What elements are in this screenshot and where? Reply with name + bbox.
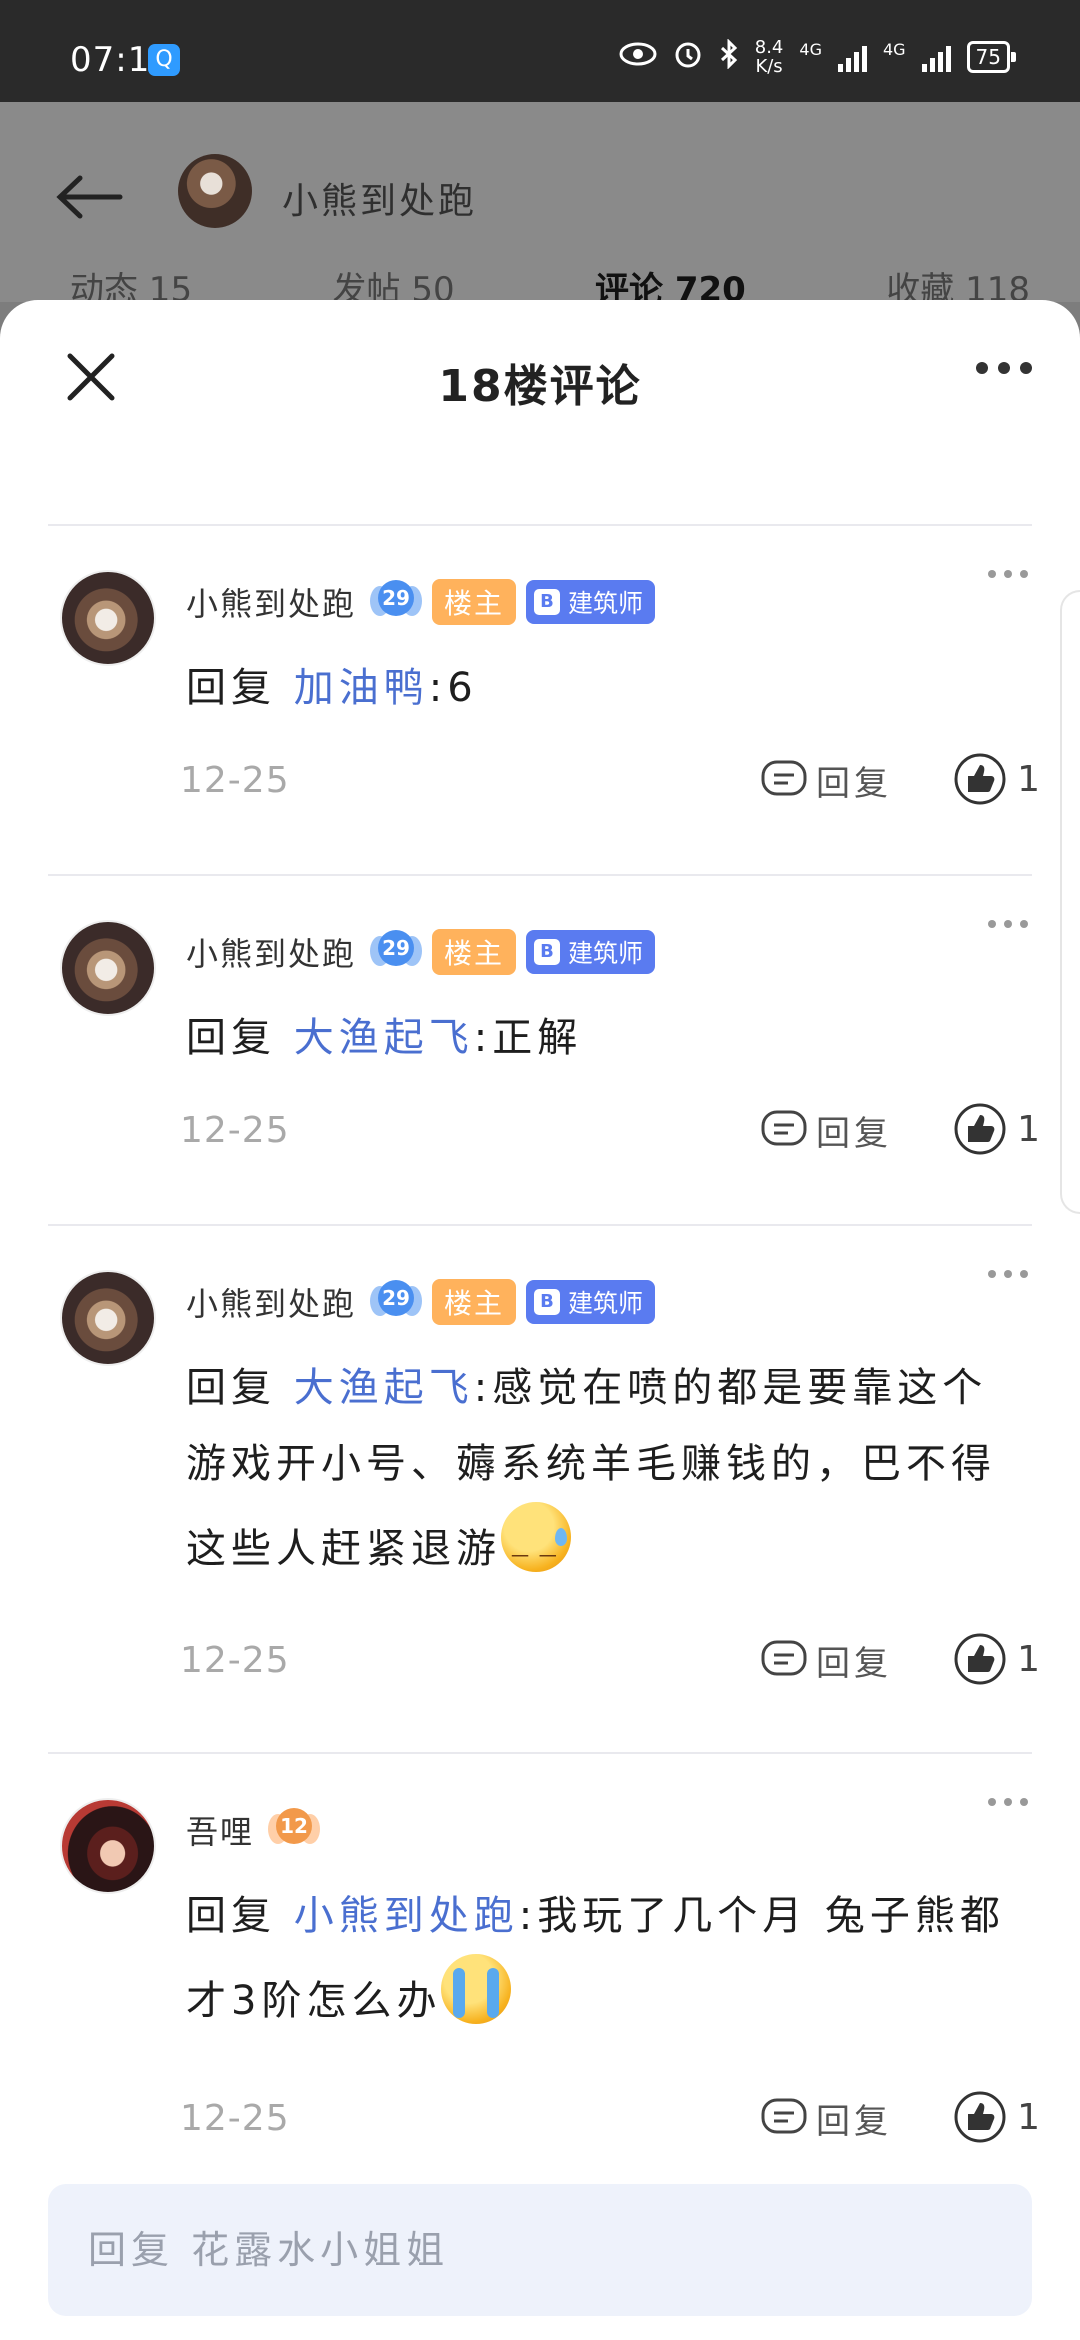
- like-button[interactable]: 1: [953, 1102, 1040, 1156]
- comment-text: 回复 加油鸭:6: [186, 665, 478, 711]
- thumbs-up-icon: [954, 2091, 1006, 2143]
- comment-text: 回复 大渔起飞:正解: [186, 1015, 583, 1061]
- op-tag: 楼主: [432, 1279, 517, 1325]
- divider: [48, 1752, 1032, 1754]
- op-tag: 楼主: [432, 579, 517, 625]
- architect-tag: B 建筑师: [526, 930, 656, 974]
- sheet-header: 18楼评论: [0, 300, 1080, 440]
- network-type-1: 4G: [799, 39, 822, 59]
- thumbs-up-icon: [954, 1103, 1006, 1155]
- building-icon: B: [534, 1289, 561, 1315]
- eye-icon: [619, 41, 657, 74]
- comment-date: 12-25: [180, 760, 290, 801]
- bluetooth-icon: [719, 37, 739, 76]
- like-button[interactable]: 1: [953, 1632, 1040, 1686]
- comment-date: 12-25: [180, 1110, 290, 1151]
- comment-more-icon[interactable]: [988, 1798, 1028, 1806]
- status-bar: 07:14 Q 8.4 K/s 4G 4G 75: [0, 0, 1080, 102]
- reply-button[interactable]: 回复: [760, 1106, 892, 1155]
- author-name[interactable]: 吾哩: [186, 1807, 254, 1853]
- comment-bubble-icon: [761, 1640, 807, 1675]
- comment-bubble-icon: [761, 1110, 807, 1145]
- comment-more-icon[interactable]: [988, 920, 1028, 928]
- level-badge: 29: [370, 1276, 423, 1328]
- avatar[interactable]: [60, 570, 156, 666]
- author-name[interactable]: 小熊到处跑: [186, 929, 356, 975]
- comment-footer: 12-25 回复 1: [180, 1100, 1040, 1160]
- reply-button[interactable]: 回复: [760, 1636, 892, 1685]
- architect-tag: B 建筑师: [526, 1280, 656, 1324]
- reply-button[interactable]: 回复: [760, 2094, 892, 2143]
- comment-date: 12-25: [180, 2098, 290, 2139]
- avatar[interactable]: [60, 1798, 156, 1894]
- network-speed: 8.4 K/s: [754, 37, 784, 77]
- divider: [48, 524, 1032, 526]
- more-options-icon[interactable]: [976, 362, 1032, 374]
- avatar: [178, 154, 252, 228]
- crying-emoji-icon: [441, 1954, 512, 2024]
- back-arrow-icon: [56, 175, 123, 219]
- comment-item: 小熊到处跑 29 楼主 B 建筑师 回复 大渔起飞:正解 12-25 回复 1: [0, 920, 1080, 1200]
- author-name[interactable]: 小熊到处跑: [186, 579, 356, 625]
- comment-header: 小熊到处跑 29 楼主 B 建筑师: [186, 926, 656, 978]
- reply-input-bar: [48, 2184, 1032, 2316]
- building-icon: B: [534, 589, 561, 615]
- sweat-emoji-icon: [501, 1502, 571, 1596]
- reply-to-user[interactable]: 大渔起飞: [294, 1015, 474, 1061]
- comment-bubble-icon: [761, 2098, 807, 2133]
- comment-text: 回复 小熊到处跑:我玩了几个月 兔子熊都才3阶怎么办: [186, 1893, 1005, 2024]
- reply-to-user[interactable]: 加油鸭: [294, 665, 429, 711]
- signal-icon-2: [921, 42, 951, 72]
- avatar[interactable]: [60, 920, 156, 1016]
- comment-bubble-icon: [761, 760, 807, 795]
- architect-tag: B 建筑师: [526, 580, 656, 624]
- author-name[interactable]: 小熊到处跑: [186, 1279, 356, 1325]
- comment-item: 小熊到处跑 29 楼主 B 建筑师 回复 大渔起飞:感觉在喷的都是要靠这个游戏开小…: [0, 1270, 1080, 1730]
- divider: [48, 874, 1032, 876]
- comment-footer: 12-25 回复 1: [180, 750, 1040, 810]
- comment-header: 小熊到处跑 29 楼主 B 建筑师: [186, 576, 656, 628]
- signal-icon: [837, 42, 867, 72]
- comment-sheet: 18楼评论 小熊到处跑 29 楼主 B 建筑师 回复 加油鸭:6 12-25 回复…: [0, 300, 1080, 2340]
- background-profile-page: 小熊到处跑 动态 15 发帖 50 评论 720 收藏 118: [0, 102, 1080, 310]
- comment-header: 吾哩 12: [186, 1804, 321, 1856]
- comment-item: 吾哩 12 回复 小熊到处跑:我玩了几个月 兔子熊都才3阶怎么办 12-25 回…: [0, 1798, 1080, 2198]
- comment-footer: 12-25 回复 1: [180, 1630, 1040, 1690]
- network-type-2: 4G: [882, 39, 906, 59]
- reply-to-user[interactable]: 大渔起飞: [294, 1365, 474, 1411]
- comment-footer: 12-25 回复 1: [180, 2088, 1040, 2148]
- comment-more-icon[interactable]: [988, 570, 1028, 578]
- alarm-icon: [673, 39, 703, 76]
- level-badge: 29: [370, 926, 423, 978]
- divider: [48, 1224, 1032, 1226]
- profile-name: 小熊到处跑: [282, 181, 478, 222]
- building-icon: B: [534, 939, 561, 965]
- reply-input[interactable]: [48, 2184, 1032, 2316]
- comment-more-icon[interactable]: [988, 1270, 1028, 1278]
- avatar[interactable]: [60, 1270, 156, 1366]
- level-badge: 29: [370, 576, 423, 628]
- status-icons: 8.4 K/s 4G 4G 75: [619, 37, 1017, 77]
- like-button[interactable]: 1: [953, 2090, 1040, 2144]
- reply-button[interactable]: 回复: [760, 756, 892, 805]
- battery-level: 75: [966, 41, 1017, 73]
- like-button[interactable]: 1: [953, 752, 1040, 806]
- comment-date: 12-25: [180, 1640, 290, 1681]
- search-app-icon: Q: [148, 44, 180, 76]
- comment-item: 小熊到处跑 29 楼主 B 建筑师 回复 加油鸭:6 12-25 回复 1: [0, 570, 1080, 850]
- op-tag: 楼主: [432, 929, 517, 975]
- reply-to-user[interactable]: 小熊到处跑: [294, 1893, 519, 1939]
- thumbs-up-icon: [954, 753, 1006, 805]
- thumbs-up-icon: [954, 1633, 1006, 1685]
- sheet-title: 18楼评论: [438, 361, 642, 412]
- comment-text: 回复 大渔起飞:感觉在喷的都是要靠这个游戏开小号、薅系统羊毛赚钱的，巴不得这些人…: [186, 1350, 1026, 1596]
- level-badge: 12: [268, 1804, 321, 1856]
- comment-header: 小熊到处跑 29 楼主 B 建筑师: [186, 1276, 656, 1328]
